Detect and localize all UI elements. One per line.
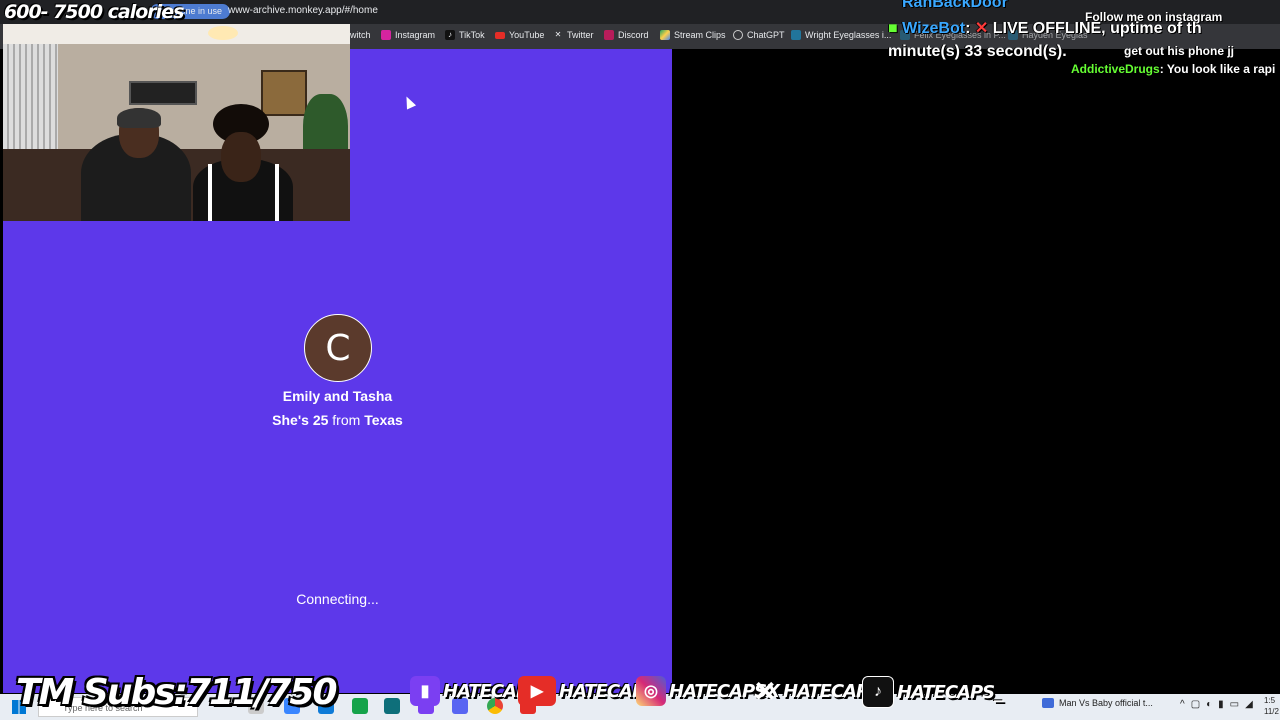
wp-icon bbox=[791, 30, 801, 40]
chatgpt-icon bbox=[733, 30, 743, 40]
match-location: Texas bbox=[364, 412, 403, 428]
bookmark-label: YouTube bbox=[509, 30, 545, 40]
bookmark-wright-eyeglasses[interactable]: Wright Eyeglasses i... bbox=[791, 30, 891, 40]
bookmark-label: TikTok bbox=[459, 30, 485, 40]
chat-username: AddictiveDrugs bbox=[1071, 62, 1160, 76]
x-icon: ✕ bbox=[753, 675, 777, 707]
pronoun: She's bbox=[272, 412, 309, 428]
bookmark-label: Stream Clips bbox=[674, 30, 726, 40]
bookmark-chatgpt[interactable]: ChatGPT bbox=[733, 30, 785, 40]
bookmark-twitch[interactable]: witch bbox=[350, 30, 371, 40]
subscriber-goal: TM Subs:711/750 bbox=[16, 672, 338, 713]
jacket-stripe bbox=[208, 164, 212, 221]
streamer-right-head bbox=[221, 132, 261, 182]
chat-message-row: ■ WizeBot: ✕ LIVE OFFLINE, uptime of th bbox=[888, 20, 1202, 37]
video-icon bbox=[1042, 698, 1054, 708]
social-tiktok: ♪ HATECAPS_ bbox=[862, 676, 1003, 708]
calories-overlay: 600- 7500 calories bbox=[4, 1, 184, 23]
app-icon[interactable] bbox=[384, 698, 400, 714]
tiktok-icon: ♪ bbox=[862, 676, 894, 708]
bookmark-discord[interactable]: Discord bbox=[604, 30, 649, 40]
instagram-icon bbox=[381, 30, 391, 40]
bookmark-twitter[interactable]: ✕ Twitter bbox=[553, 30, 594, 40]
url-field[interactable]: www-archive.monkey.app/#/home bbox=[228, 5, 378, 16]
stream-chat-overlay: RanBackDoor Follow me on instagram ■ Wiz… bbox=[888, 0, 1280, 80]
match-info: She's 25 from Texas bbox=[3, 412, 672, 428]
x-icon: ✕ bbox=[554, 30, 562, 39]
chat-username: WizeBot bbox=[902, 20, 966, 37]
bookmark-youtube[interactable]: YouTube bbox=[495, 30, 544, 40]
match-name: Emily and Tasha bbox=[282, 388, 393, 404]
bookmark-stream-clips[interactable]: Stream Clips bbox=[660, 30, 726, 40]
taskbar-clock[interactable]: 1:5 11/2 bbox=[1264, 695, 1279, 717]
offline-icon: ✕ bbox=[974, 20, 989, 37]
chat-message: minute(s) 33 second(s). bbox=[888, 43, 1067, 60]
match-age: 25 bbox=[312, 412, 329, 428]
clock-time: 1:5 bbox=[1264, 696, 1276, 705]
connection-status: Connecting... bbox=[296, 591, 379, 607]
clock-date: 11/2 bbox=[1264, 707, 1279, 716]
excel-icon[interactable] bbox=[352, 698, 368, 714]
twitch-icon: ▮ bbox=[410, 676, 440, 706]
discord-icon bbox=[604, 30, 614, 40]
instagram-icon: ◎ bbox=[636, 676, 666, 706]
media-playback[interactable]: Man Vs Baby official t... bbox=[1042, 698, 1153, 708]
ceiling bbox=[3, 24, 350, 44]
match-avatar: C bbox=[304, 314, 372, 382]
chat-message: You look like a rapi bbox=[1166, 62, 1276, 76]
jacket-stripe bbox=[275, 164, 279, 221]
media-title: Man Vs Baby official t... bbox=[1059, 698, 1153, 708]
bookmark-label: Discord bbox=[618, 30, 649, 40]
chat-message: get out his phone jj bbox=[1124, 44, 1234, 58]
bookmark-instagram[interactable]: Instagram bbox=[381, 30, 435, 40]
webcam-overlay bbox=[3, 24, 350, 221]
window-blinds bbox=[3, 44, 58, 154]
picture-frame bbox=[261, 70, 307, 116]
youtube-icon bbox=[495, 31, 505, 39]
bookmark-label: Twitter bbox=[567, 30, 594, 40]
bookmark-label: Wright Eyeglasses i... bbox=[805, 30, 892, 40]
system-tray[interactable]: ^▢◐▮▭◢ bbox=[1180, 699, 1259, 710]
tiktok-icon: ♪ bbox=[445, 30, 455, 40]
bookmark-label: ChatGPT bbox=[747, 30, 785, 40]
social-handle: HATECAPS_ bbox=[897, 681, 1003, 703]
bot-icon: ■ bbox=[888, 20, 898, 37]
from-label: from bbox=[332, 412, 361, 428]
bookmark-label: Instagram bbox=[395, 30, 436, 40]
bookmark-label: witch bbox=[350, 30, 371, 40]
chat-message: LIVE OFFLINE, uptime of th bbox=[992, 20, 1202, 37]
ceiling-lamp bbox=[208, 26, 238, 40]
beanie bbox=[117, 108, 161, 128]
chat-message-row: AddictiveDrugs: You look like a rapi bbox=[1071, 62, 1276, 76]
bookmark-tiktok[interactable]: ♪ TikTok bbox=[445, 30, 485, 40]
chat-username: RanBackDoor bbox=[902, 0, 1008, 11]
youtube-icon: ▶ bbox=[518, 676, 556, 706]
drive-icon bbox=[660, 30, 670, 40]
wall-art bbox=[129, 81, 197, 105]
